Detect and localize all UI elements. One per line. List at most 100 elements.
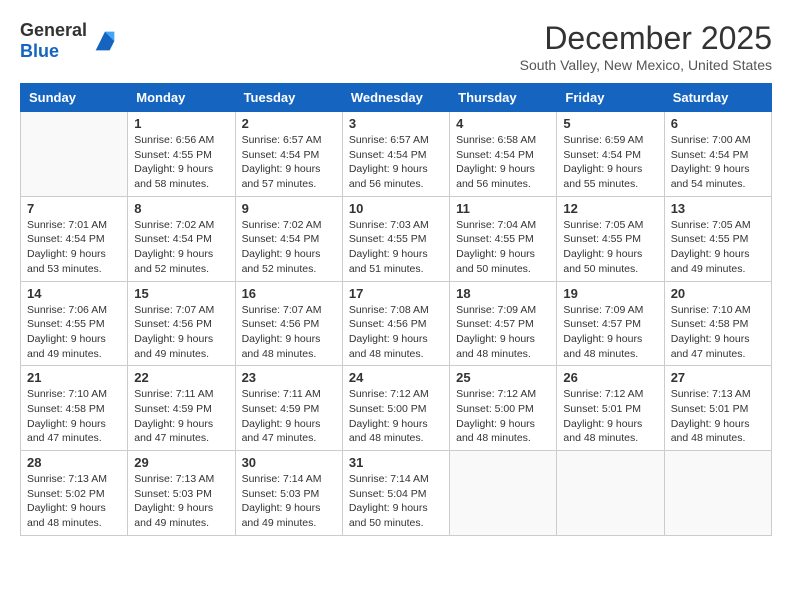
day-info: Sunrise: 7:10 AM Sunset: 4:58 PM Dayligh…: [671, 303, 765, 362]
day-number: 19: [563, 286, 657, 301]
calendar-cell: 17Sunrise: 7:08 AM Sunset: 4:56 PM Dayli…: [342, 281, 449, 366]
calendar-cell: 6 Sunrise: 7:00 AM Sunset: 4:54 PM Daylig…: [664, 112, 771, 197]
day-info: Sunrise: 7:07 AM Sunset: 4:56 PM Dayligh…: [134, 303, 228, 362]
day-info: Sunrise: 7:11 AM Sunset: 4:59 PM Dayligh…: [242, 387, 336, 446]
calendar-cell: 12 Sunrise: 7:05 AM Sunset: 4:55 PM Dayli…: [557, 196, 664, 281]
calendar-cell: 20 Sunrise: 7:10 AM Sunset: 4:58 PM Dayli…: [664, 281, 771, 366]
day-info: Sunrise: 7:05 AM Sunset: 4:55 PM Dayligh…: [671, 218, 765, 277]
week-row-0: 1 Sunrise: 6:56 AM Sunset: 4:55 PM Daylig…: [21, 112, 772, 197]
day-info: Sunrise: 7:12 AM Sunset: 5:00 PM Dayligh…: [456, 387, 550, 446]
calendar-cell: 16Sunrise: 7:07 AM Sunset: 4:56 PM Dayli…: [235, 281, 342, 366]
day-number: 13: [671, 201, 765, 216]
day-number: 5: [563, 116, 657, 131]
calendar-cell: 11Sunrise: 7:04 AM Sunset: 4:55 PM Dayli…: [450, 196, 557, 281]
day-number: 12: [563, 201, 657, 216]
calendar-cell: 19 Sunrise: 7:09 AM Sunset: 4:57 PM Dayli…: [557, 281, 664, 366]
calendar-table: Sunday Monday Tuesday Wednesday Thursday…: [20, 83, 772, 536]
day-info: Sunrise: 7:10 AM Sunset: 4:58 PM Dayligh…: [27, 387, 121, 446]
header-saturday: Saturday: [664, 84, 771, 112]
day-info: Sunrise: 7:05 AM Sunset: 4:55 PM Dayligh…: [563, 218, 657, 277]
day-number: 6: [671, 116, 765, 131]
day-number: 3: [349, 116, 443, 131]
logo-icon: [91, 27, 119, 55]
calendar-cell: 10 Sunrise: 7:03 AM Sunset: 4:55 PM Dayli…: [342, 196, 449, 281]
day-info: Sunrise: 7:02 AM Sunset: 4:54 PM Dayligh…: [242, 218, 336, 277]
calendar-cell: 3 Sunrise: 6:57 AM Sunset: 4:54 PM Daylig…: [342, 112, 449, 197]
calendar-cell: 31 Sunrise: 7:14 AM Sunset: 5:04 PM Dayli…: [342, 451, 449, 536]
day-info: Sunrise: 7:12 AM Sunset: 5:00 PM Dayligh…: [349, 387, 443, 446]
page-header: General Blue December 2025 South Valley,…: [20, 20, 772, 73]
day-number: 26: [563, 370, 657, 385]
calendar-cell: [664, 451, 771, 536]
day-info: Sunrise: 7:09 AM Sunset: 4:57 PM Dayligh…: [563, 303, 657, 362]
day-info: Sunrise: 7:06 AM Sunset: 4:55 PM Dayligh…: [27, 303, 121, 362]
day-number: 7: [27, 201, 121, 216]
day-info: Sunrise: 6:57 AM Sunset: 4:54 PM Dayligh…: [349, 133, 443, 192]
day-number: 2: [242, 116, 336, 131]
header-wednesday: Wednesday: [342, 84, 449, 112]
day-number: 16: [242, 286, 336, 301]
day-info: Sunrise: 6:59 AM Sunset: 4:54 PM Dayligh…: [563, 133, 657, 192]
logo: General Blue: [20, 20, 119, 62]
calendar-cell: 25 Sunrise: 7:12 AM Sunset: 5:00 PM Dayli…: [450, 366, 557, 451]
header-thursday: Thursday: [450, 84, 557, 112]
day-number: 9: [242, 201, 336, 216]
calendar-cell: 26Sunrise: 7:12 AM Sunset: 5:01 PM Dayli…: [557, 366, 664, 451]
calendar-cell: 2Sunrise: 6:57 AM Sunset: 4:54 PM Daylig…: [235, 112, 342, 197]
day-number: 8: [134, 201, 228, 216]
day-number: 18: [456, 286, 550, 301]
day-number: 10: [349, 201, 443, 216]
week-row-3: 21 Sunrise: 7:10 AM Sunset: 4:58 PM Dayli…: [21, 366, 772, 451]
day-info: Sunrise: 7:13 AM Sunset: 5:02 PM Dayligh…: [27, 472, 121, 531]
calendar-cell: 30Sunrise: 7:14 AM Sunset: 5:03 PM Dayli…: [235, 451, 342, 536]
day-number: 22: [134, 370, 228, 385]
calendar-cell: 27Sunrise: 7:13 AM Sunset: 5:01 PM Dayli…: [664, 366, 771, 451]
calendar-cell: [557, 451, 664, 536]
calendar-cell: 29 Sunrise: 7:13 AM Sunset: 5:03 PM Dayli…: [128, 451, 235, 536]
logo-text: General Blue: [20, 20, 87, 62]
day-number: 1: [134, 116, 228, 131]
calendar-cell: 15Sunrise: 7:07 AM Sunset: 4:56 PM Dayli…: [128, 281, 235, 366]
header-sunday: Sunday: [21, 84, 128, 112]
day-number: 25: [456, 370, 550, 385]
calendar-cell: 7Sunrise: 7:01 AM Sunset: 4:54 PM Daylig…: [21, 196, 128, 281]
calendar-cell: 23 Sunrise: 7:11 AM Sunset: 4:59 PM Dayli…: [235, 366, 342, 451]
day-info: Sunrise: 7:08 AM Sunset: 4:56 PM Dayligh…: [349, 303, 443, 362]
day-info: Sunrise: 7:14 AM Sunset: 5:04 PM Dayligh…: [349, 472, 443, 531]
day-info: Sunrise: 7:11 AM Sunset: 4:59 PM Dayligh…: [134, 387, 228, 446]
day-number: 31: [349, 455, 443, 470]
day-info: Sunrise: 7:14 AM Sunset: 5:03 PM Dayligh…: [242, 472, 336, 531]
day-number: 11: [456, 201, 550, 216]
day-info: Sunrise: 7:13 AM Sunset: 5:03 PM Dayligh…: [134, 472, 228, 531]
day-number: 28: [27, 455, 121, 470]
day-number: 14: [27, 286, 121, 301]
calendar-cell: 1 Sunrise: 6:56 AM Sunset: 4:55 PM Daylig…: [128, 112, 235, 197]
day-info: Sunrise: 7:09 AM Sunset: 4:57 PM Dayligh…: [456, 303, 550, 362]
day-info: Sunrise: 6:56 AM Sunset: 4:55 PM Dayligh…: [134, 133, 228, 192]
day-info: Sunrise: 7:02 AM Sunset: 4:54 PM Dayligh…: [134, 218, 228, 277]
day-number: 23: [242, 370, 336, 385]
calendar-cell: 5 Sunrise: 6:59 AM Sunset: 4:54 PM Daylig…: [557, 112, 664, 197]
day-number: 29: [134, 455, 228, 470]
day-number: 21: [27, 370, 121, 385]
day-number: 4: [456, 116, 550, 131]
header-monday: Monday: [128, 84, 235, 112]
calendar-cell: 14 Sunrise: 7:06 AM Sunset: 4:55 PM Dayli…: [21, 281, 128, 366]
week-row-1: 7Sunrise: 7:01 AM Sunset: 4:54 PM Daylig…: [21, 196, 772, 281]
header-friday: Friday: [557, 84, 664, 112]
calendar-cell: 28 Sunrise: 7:13 AM Sunset: 5:02 PM Dayli…: [21, 451, 128, 536]
calendar-cell: 9 Sunrise: 7:02 AM Sunset: 4:54 PM Daylig…: [235, 196, 342, 281]
week-row-4: 28 Sunrise: 7:13 AM Sunset: 5:02 PM Dayli…: [21, 451, 772, 536]
month-title: December 2025: [520, 20, 772, 57]
calendar-cell: 18 Sunrise: 7:09 AM Sunset: 4:57 PM Dayli…: [450, 281, 557, 366]
header-tuesday: Tuesday: [235, 84, 342, 112]
calendar-cell: [21, 112, 128, 197]
week-row-2: 14 Sunrise: 7:06 AM Sunset: 4:55 PM Dayli…: [21, 281, 772, 366]
calendar-cell: 13 Sunrise: 7:05 AM Sunset: 4:55 PM Dayli…: [664, 196, 771, 281]
day-info: Sunrise: 7:00 AM Sunset: 4:54 PM Dayligh…: [671, 133, 765, 192]
calendar-cell: 22 Sunrise: 7:11 AM Sunset: 4:59 PM Dayli…: [128, 366, 235, 451]
day-number: 20: [671, 286, 765, 301]
day-info: Sunrise: 7:03 AM Sunset: 4:55 PM Dayligh…: [349, 218, 443, 277]
logo-blue: Blue: [20, 41, 59, 61]
title-section: December 2025 South Valley, New Mexico, …: [520, 20, 772, 73]
